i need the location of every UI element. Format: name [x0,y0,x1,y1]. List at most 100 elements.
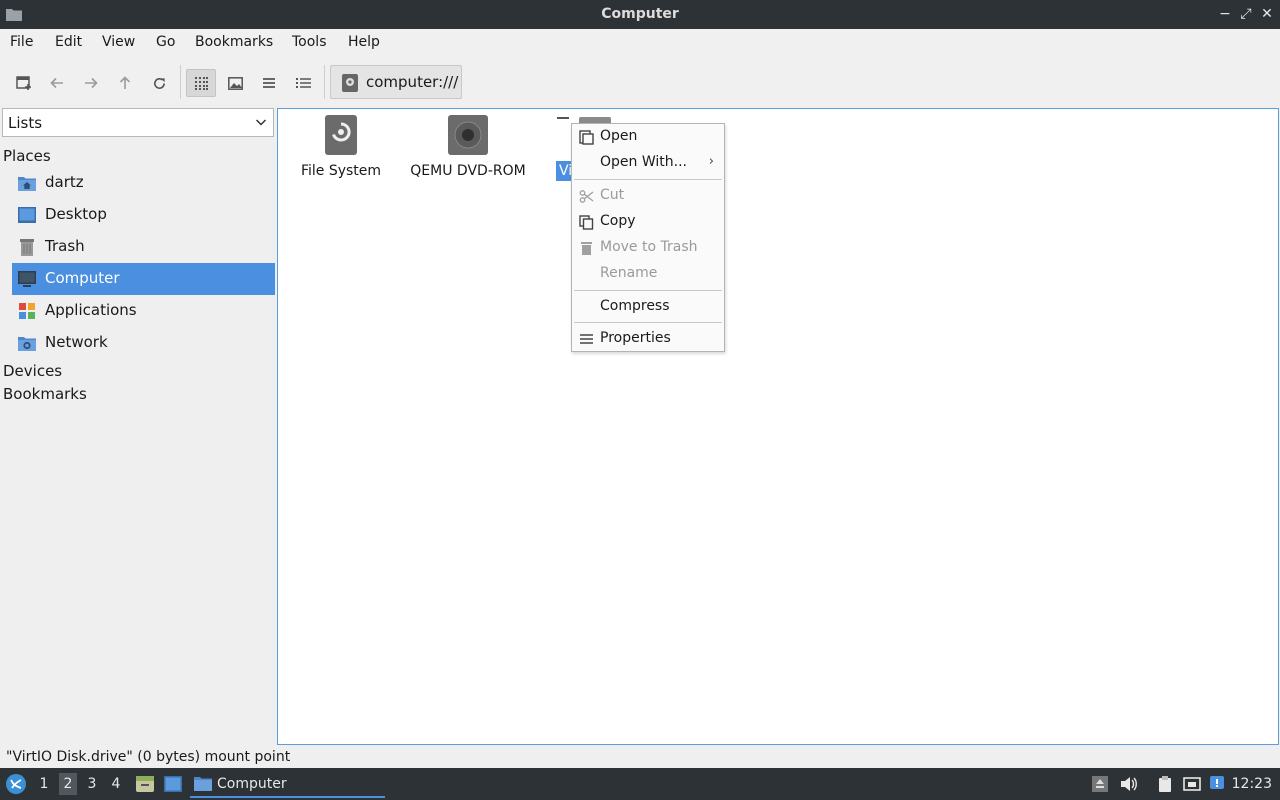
copy-icon [579,215,594,230]
file-item-qemu-dvd-rom[interactable]: QEMU DVD-ROM [402,109,534,179]
menu-item-copy[interactable]: Copy [572,209,724,235]
path-text: computer:/// [366,73,459,91]
toolbar: computer:/// [0,57,1280,105]
menu-bar: File Edit View Go Bookmarks Tools Help [0,29,1280,57]
maximize-button[interactable]: ⤢ [1237,4,1255,24]
workspace-3-button[interactable]: 3 [83,776,101,792]
home-folder-icon [18,177,36,191]
arrow-up-icon [119,76,131,89]
sidebar-item-desktop[interactable]: Desktop [12,199,275,231]
applications-icon [19,303,35,319]
sidebar-item-network[interactable]: Network [12,327,275,359]
sidebar-item-dartz[interactable]: dartz [12,167,275,199]
menu-item-properties[interactable]: Properties [572,326,724,352]
menu-item-move-to-trash[interactable]: Move to Trash [572,235,724,261]
menu-item-label: Open With... [600,154,687,170]
menu-item-open-with[interactable]: Open With... › [572,150,724,176]
sidebar-item-label: dartz [45,173,84,191]
icon-view-button[interactable] [186,69,216,97]
sidebar-item-label: Network [45,333,108,351]
menu-item-label: Compress [600,298,670,314]
notification-icon[interactable] [1208,775,1226,793]
grid-view-icon [195,77,208,90]
status-text: "VirtIO Disk.drive" (0 bytes) mount poin… [6,749,291,765]
compact-list-icon [263,78,275,88]
desktop-launcher-icon[interactable] [163,774,183,794]
desktop-icon [18,207,36,223]
harddisk-icon [557,117,569,119]
path-button-computer[interactable]: computer:/// [330,65,462,99]
menu-item-cut[interactable]: Cut [572,183,724,209]
sidebar-item-label: Desktop [45,205,107,223]
forward-button[interactable] [76,69,106,97]
menu-item-label: Rename [600,265,658,281]
taskbar-window-label: Computer [217,776,287,792]
back-button[interactable] [42,69,72,97]
start-menu-icon[interactable] [5,773,27,795]
detail-view-button[interactable] [288,69,318,97]
window-title: Computer [601,6,679,22]
menu-tools[interactable]: Tools [292,34,327,50]
computer-icon [18,271,36,287]
arrow-right-icon [85,77,98,89]
menu-file[interactable]: File [10,34,33,50]
devices-header[interactable]: Devices [3,362,62,380]
menu-item-label: Copy [600,213,636,229]
arrow-left-icon [50,77,63,89]
sidebar-item-applications[interactable]: Applications [12,295,275,327]
sidebar-mode-select[interactable]: Lists [2,108,274,137]
menu-view[interactable]: View [102,34,135,50]
folder-icon [194,777,212,791]
close-button[interactable]: ✕ [1258,4,1276,24]
trash-icon [20,239,34,256]
sidebar-item-trash[interactable]: Trash [12,231,275,263]
sidebar-item-computer[interactable]: Computer [12,263,275,295]
taskbar: 1 2 3 4 Computer 12:23 [0,768,1280,800]
harddisk-icon [325,115,357,155]
sidebar-mode-value: Lists [8,114,43,132]
clock[interactable]: 12:23 [1232,776,1272,792]
menu-help[interactable]: Help [348,34,380,50]
menu-item-label: Properties [600,330,671,346]
title-bar: Computer − ⤢ ✕ [0,0,1280,29]
image-view-icon [227,76,243,90]
menu-separator [574,322,722,323]
properties-icon [580,334,593,344]
sidebar-item-label: Applications [45,301,137,319]
minimize-button[interactable]: − [1216,4,1234,24]
open-icon [579,130,594,145]
places-header[interactable]: Places [3,147,51,165]
thumbnail-view-button[interactable] [220,69,250,97]
status-bar: "VirtIO Disk.drive" (0 bytes) mount poin… [0,745,1280,768]
bookmarks-header[interactable]: Bookmarks [3,385,87,403]
menu-item-rename[interactable]: Rename [572,261,724,287]
menu-edit[interactable]: Edit [55,34,82,50]
workspace-2-button[interactable]: 2 [59,773,77,795]
workspace-4-button[interactable]: 4 [107,776,125,792]
scissors-icon [579,190,594,203]
menu-go[interactable]: Go [156,34,175,50]
chevron-right-icon: › [708,154,714,169]
compact-view-button[interactable] [254,69,284,97]
menu-item-label: Open [600,128,638,144]
menu-item-label: Cut [600,187,625,203]
new-tab-button[interactable] [9,69,39,97]
file-view[interactable]: File System QEMU DVD-ROM Vi [277,108,1279,745]
reload-button[interactable] [144,69,174,97]
clipboard-icon[interactable] [1156,775,1174,793]
eject-icon[interactable] [1091,775,1109,793]
network-status-icon[interactable] [1183,775,1201,793]
network-icon [18,337,36,351]
file-item-file-system[interactable]: File System [275,109,407,179]
taskbar-window-computer[interactable]: Computer [190,771,385,798]
file-manager-launcher-icon[interactable] [135,774,155,794]
menu-item-compress[interactable]: Compress [572,294,724,320]
menu-bookmarks[interactable]: Bookmarks [195,34,273,50]
menu-item-open[interactable]: Open [572,124,724,150]
trash-icon [581,242,592,255]
up-button[interactable] [110,69,140,97]
workspace-1-button[interactable]: 1 [35,776,53,792]
reload-icon [153,77,165,89]
volume-icon[interactable] [1119,775,1137,793]
sidebar-item-label: Trash [45,237,85,255]
